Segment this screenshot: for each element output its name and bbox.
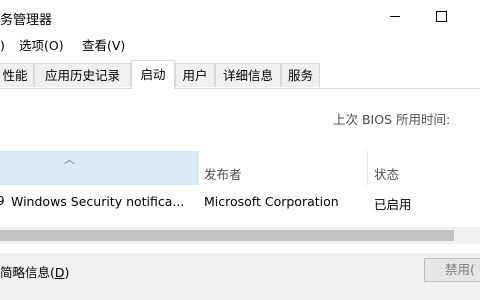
fewer-details-text: 简略信息 bbox=[0, 265, 51, 280]
tab-app-history[interactable]: 应用历史记录 bbox=[34, 63, 131, 87]
window-title: 务管理器 bbox=[0, 13, 53, 28]
chevron-up-icon: ︿ bbox=[64, 153, 75, 166]
disable-button[interactable]: 禁用( bbox=[424, 258, 480, 282]
menu-item-file[interactable]: ) bbox=[0, 36, 5, 56]
scrollbar-thumb[interactable] bbox=[0, 230, 454, 241]
column-separator[interactable] bbox=[367, 151, 368, 185]
tab-divider bbox=[0, 88, 480, 89]
column-header-status[interactable]: 状态 bbox=[374, 164, 399, 183]
tab-performance[interactable]: 性能 bbox=[0, 63, 34, 87]
column-header-name[interactable] bbox=[0, 151, 198, 185]
tab-services[interactable]: 服务 bbox=[281, 63, 320, 87]
startup-app-publisher: Microsoft Corporation bbox=[204, 194, 339, 209]
startup-app-name: Windows Security notifica... bbox=[11, 194, 185, 209]
maximize-button[interactable] bbox=[418, 0, 464, 32]
menu-bar bbox=[0, 36, 480, 56]
column-header-publisher[interactable]: 发布者 bbox=[204, 164, 242, 183]
startup-app-status: 已启用 bbox=[374, 197, 412, 212]
shield-icon: 9 bbox=[0, 194, 5, 208]
bios-time-label: 上次 BIOS 所用时间: bbox=[333, 112, 451, 127]
column-separator[interactable] bbox=[198, 151, 199, 185]
minimize-icon bbox=[390, 15, 400, 17]
tab-startup[interactable]: 启动 bbox=[131, 60, 175, 89]
menu-item-view[interactable]: 查看(V) bbox=[82, 36, 125, 56]
menu-item-options[interactable]: 选项(O) bbox=[19, 36, 64, 56]
tab-details[interactable]: 详细信息 bbox=[215, 63, 281, 87]
minimize-button[interactable] bbox=[372, 0, 418, 32]
fewer-details-key: D bbox=[54, 265, 65, 280]
footer-bar bbox=[0, 253, 480, 300]
maximize-icon bbox=[435, 10, 447, 22]
fewer-details-link[interactable]: 简略信息(D) bbox=[0, 262, 69, 281]
close-button[interactable]: ✕ bbox=[464, 0, 480, 32]
tab-users[interactable]: 用户 bbox=[175, 63, 215, 87]
